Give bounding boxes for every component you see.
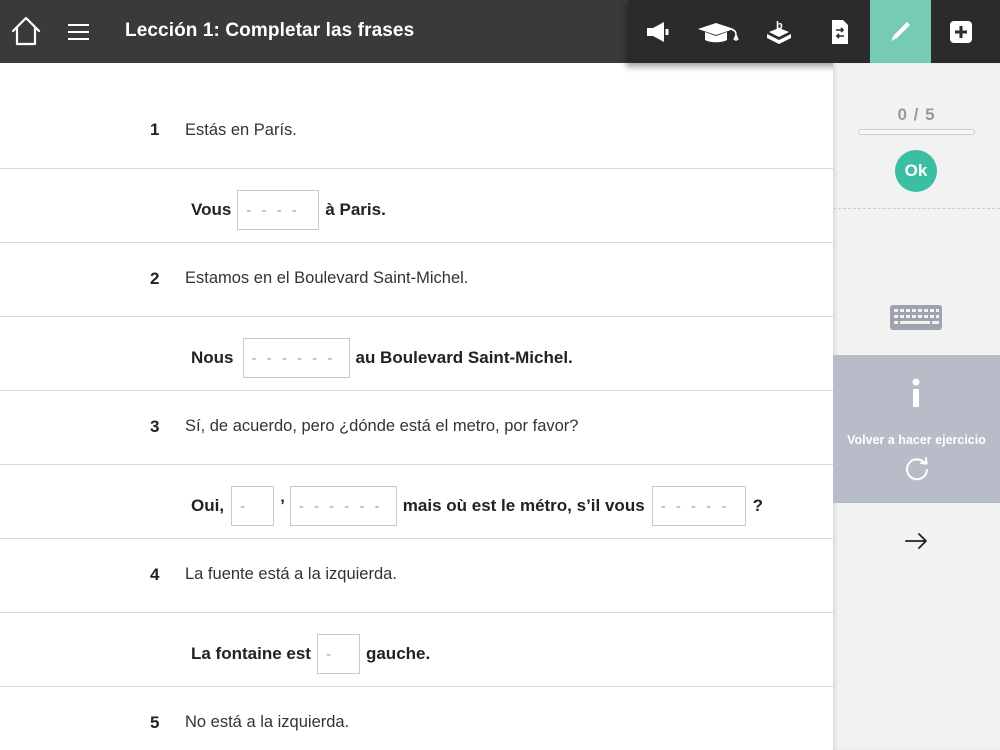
question-number: 5 [150,713,160,732]
hand-book-icon: b [767,20,792,44]
answer-blank-input[interactable]: - [316,634,360,674]
top-bar: Lección 1: Completar las frases b [0,0,1000,63]
next-button[interactable] [903,531,931,551]
keyboard-icon [890,305,942,330]
answer-row: Vous - - - - à Paris. [0,169,833,243]
question-row: 2 Estamos en el Boulevard Saint-Michel. [0,243,833,317]
question-row: 3 Sí, de acuerdo, pero ¿dónde está el me… [0,391,833,465]
home-button[interactable] [8,13,44,49]
answer-blank-input[interactable]: - - - - - - [289,486,397,526]
answer-blank-input[interactable]: - - - - - - [242,338,350,378]
speaker-icon [647,21,669,42]
answer-sentence: La fontaine est - gauche. [191,634,430,674]
answer-sentence: Vous - - - - à Paris. [191,190,386,230]
lesson-tool-button[interactable] [689,0,750,63]
question-text: La fuente está a la izquierda. [185,565,397,583]
question-number: 2 [150,269,160,288]
retry-exercise-button[interactable]: Volver a hacer ejercicio [833,355,1000,503]
svg-text:b: b [776,20,783,32]
answer-blank-input[interactable]: - - - - [237,190,320,230]
answer-text: Vous [191,200,232,219]
home-icon [11,16,41,46]
answer-blank-input[interactable]: - - - - - [651,486,746,526]
hamburger-menu-icon [68,24,89,40]
grammar-tool-button[interactable]: b [749,0,810,63]
plus-icon [949,20,972,43]
answer-blank-input[interactable]: - [231,486,275,526]
audio-tool-button[interactable] [628,0,689,63]
answer-text: gauche. [365,644,431,663]
answer-text: ? [752,496,764,515]
question-text: Sí, de acuerdo, pero ¿dónde está el metr… [185,417,579,435]
answer-text: Nous [191,348,234,367]
retry-label: Volver a hacer ejercicio [847,433,986,447]
answer-text: Oui, [191,496,225,515]
keyboard-button[interactable] [889,303,944,333]
menu-button[interactable] [64,18,94,46]
question-text: Estás en París. [185,121,297,139]
answer-row: La fontaine est - gauche. [0,613,833,687]
add-tool-button[interactable] [931,0,992,63]
info-icon [912,378,920,407]
question-row: 5 No está a la izquierda. [0,687,833,750]
question-number: 1 [150,120,160,139]
question-text: Estamos en el Boulevard Saint-Michel. [185,269,469,287]
answer-row: Oui, - ’ - - - - - - mais où est le métr… [0,465,833,539]
graduation-cap-icon [697,22,739,42]
answer-sentence: Nous - - - - - - au Boulevard Saint-Mich… [191,338,573,378]
write-tool-button[interactable] [870,0,931,63]
toolbar: b [628,0,1000,63]
ok-button[interactable]: Ok [895,150,937,192]
answer-text: au Boulevard Saint-Michel. [355,348,573,367]
question-text: No está a la izquierda. [185,713,350,731]
question-row: 4 La fuente está a la izquierda. [0,539,833,613]
pencil-icon [891,21,911,41]
refresh-icon [906,457,928,481]
apostrophe-text: ’ [280,496,285,515]
answer-row: Nous - - - - - - au Boulevard Saint-Mich… [0,317,833,391]
arrow-right-icon [905,533,927,549]
question-number: 4 [150,565,160,584]
answer-text: La fontaine est [191,644,311,663]
translate-tool-button[interactable] [810,0,871,63]
question-number: 3 [150,417,160,436]
exercise-list: 1 Estás en París. Vous - - - - à Paris. … [0,63,833,750]
page-title: Lección 1: Completar las frases [125,20,415,41]
panel-divider [833,208,1000,209]
score-counter: 0 / 5 [897,105,936,124]
question-row: 1 Estás en París. [0,95,833,169]
document-arrows-icon [831,19,848,44]
answer-text: à Paris. [325,200,386,219]
side-panel: 0 / 5 Ok Volver a hacer ejercicio [833,63,1000,750]
answer-text: mais où est le métro, s’il vous [402,496,645,515]
progress-bar [858,129,975,135]
answer-sentence: Oui, - ’ - - - - - - mais où est le métr… [191,486,763,526]
